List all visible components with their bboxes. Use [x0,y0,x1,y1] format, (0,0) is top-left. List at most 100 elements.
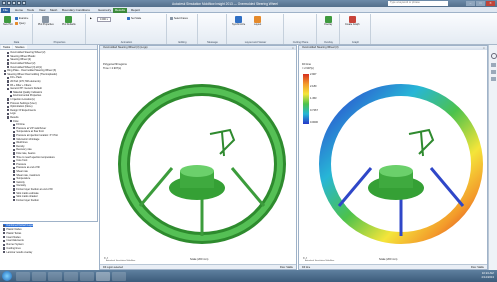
taskbar-app-word[interactable] [80,271,94,281]
steering-wheel-fill-result[interactable] [313,76,483,246]
viewport-right[interactable]: Overmolded Steering Wheel (3) × Fill tim… [298,45,488,270]
tree-checkbox[interactable] [7,101,10,105]
tree-checkbox[interactable] [7,76,10,80]
open-icon[interactable] [22,1,26,5]
tree-checkbox[interactable] [13,137,16,141]
close-button[interactable]: ✕ [486,1,495,6]
tree-checkbox[interactable] [4,69,7,72]
tree-checkbox[interactable] [13,152,16,155]
new-plot-button[interactable]: New Plot [3,16,13,26]
tree-checkbox[interactable] [13,145,16,148]
select-faces-button[interactable]: Select Faces [170,17,188,20]
layer-checkbox[interactable] [3,235,6,239]
orbit-icon[interactable] [491,77,496,81]
taskbar-app-browser[interactable] [32,271,46,281]
tree-checkbox[interactable] [13,141,16,144]
plot-defaults-icon [65,16,73,23]
tree-checkbox[interactable] [7,116,10,119]
taskbar-app-moldflow[interactable] [96,271,110,281]
animation-frame-field[interactable]: 0.000 s [97,17,111,22]
layer-checkbox[interactable] [3,251,6,254]
tree-checkbox[interactable] [10,119,13,123]
view-cube-icon[interactable] [490,53,497,59]
create-graph-button[interactable]: Create Graph [345,16,359,26]
tree-checkbox[interactable] [13,148,16,152]
tree-checkbox[interactable] [7,51,10,54]
tree-checkbox[interactable] [13,170,16,173]
tree-checkbox[interactable] [13,163,16,166]
tree-checkbox[interactable] [13,127,16,130]
tree-checkbox[interactable] [7,98,10,101]
group-label-layout: Layout and Viewer [244,40,267,44]
layout-button[interactable]: Layout [254,16,261,26]
start-button[interactable] [2,271,12,281]
tab-tasks[interactable]: Tasks [1,45,13,49]
close-icon[interactable]: × [292,46,295,50]
layer-checkbox[interactable] [3,247,6,250]
taskbar-app-excel[interactable] [112,271,126,281]
tree-checkbox[interactable] [7,87,10,90]
ribbon-group-overlay: Overlay Overlay [318,14,340,44]
examine-button[interactable]: Examine [15,17,28,20]
tree-checkbox[interactable] [7,65,10,69]
tree-checkbox[interactable] [13,130,16,134]
tree-checkbox[interactable] [7,58,10,62]
tree-checkbox[interactable] [13,191,16,195]
tree-checkbox[interactable] [13,166,16,170]
tab-studies[interactable]: Studies [13,45,27,49]
help-search-input[interactable]: Type a keyword or phrase [388,1,448,6]
tree-checkbox[interactable] [4,73,7,76]
layer-item[interactable]: Laminar results overlay [3,251,32,254]
layer-checkbox[interactable] [3,228,6,231]
app-icon[interactable] [2,1,6,5]
hub-top [379,165,413,177]
zoom-icon[interactable] [491,63,496,67]
tree-checkbox[interactable] [7,80,10,83]
tree-checkbox[interactable] [10,91,13,94]
taskbar-app-outlook[interactable] [64,271,78,281]
close-icon[interactable]: × [483,46,486,50]
tree-checkbox[interactable] [13,184,16,188]
play-button[interactable]: ▶ [90,17,92,20]
undo-icon[interactable] [12,1,16,5]
taskbar-app-explorer[interactable] [16,271,30,281]
redo-icon[interactable] [17,1,21,5]
layer-checkbox[interactable] [3,243,6,246]
tree-checkbox[interactable] [7,109,10,112]
pan-icon[interactable] [491,70,496,74]
tree-checkbox[interactable] [7,83,10,87]
maximize-button[interactable]: □ [476,1,485,6]
tree-checkbox[interactable] [13,181,16,184]
layer-checkbox[interactable] [3,224,6,227]
tree-checkbox[interactable] [13,195,16,198]
synchronize-button[interactable]: Synchronize [232,16,245,26]
tree-checkbox[interactable] [13,155,16,159]
save-icon[interactable] [7,1,11,5]
steering-wheel-model[interactable] [112,76,287,246]
tree-checkbox[interactable] [13,159,16,162]
tree-checkbox[interactable] [13,123,16,126]
layer-checkbox[interactable] [3,232,6,235]
tree-checkbox[interactable] [7,62,10,65]
tree-checkbox[interactable] [7,105,10,108]
tree-checkbox[interactable] [13,188,16,191]
layer-checkbox[interactable] [3,239,6,243]
query-button[interactable]: Query [15,22,26,25]
set-scale-button[interactable]: Set Scale [127,17,141,20]
tree-checkbox[interactable] [13,177,16,180]
plot-defaults-button[interactable]: Plot Defaults [62,16,76,26]
plot-properties-button[interactable]: Plot Properties [38,16,54,26]
tree-item[interactable]: Frozen layer fraction [0,199,39,202]
tree-checkbox[interactable] [10,94,13,98]
minimize-button[interactable]: – [466,1,475,6]
taskbar-app-media[interactable] [48,271,62,281]
overlay-button[interactable]: Overlay [324,16,332,26]
tree-checkbox[interactable] [7,112,10,116]
viewport-left[interactable]: Overmolded Steering Wheel (3) (Logs) × P… [99,45,297,270]
tree-checkbox[interactable] [13,134,16,137]
tree-checkbox[interactable] [13,173,16,177]
result-name: Fill time [302,63,311,66]
tree-checkbox[interactable] [7,55,10,58]
tree-checkbox[interactable] [13,199,16,202]
system-clock[interactable]: 10:24 AM 2/14/2013 [482,271,494,279]
